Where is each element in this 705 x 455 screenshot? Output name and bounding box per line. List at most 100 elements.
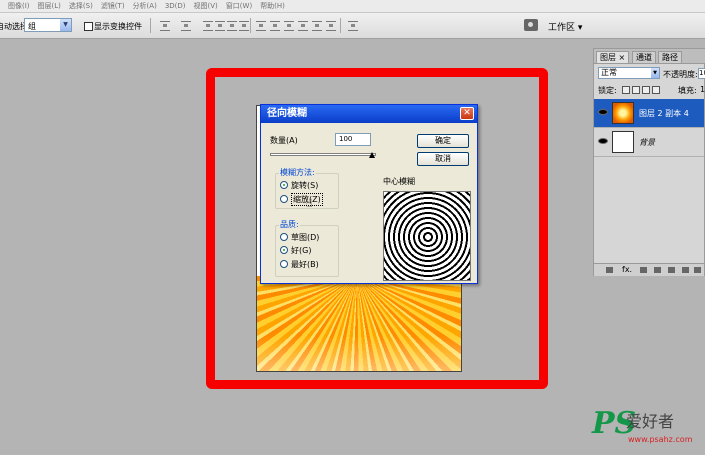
distribute-right-icon[interactable] — [326, 21, 336, 31]
tab-channels[interactable]: 通道 — [632, 51, 656, 63]
distribute-top-icon[interactable] — [256, 21, 266, 31]
chevron-down-icon: ▼ — [651, 68, 659, 78]
eye-icon[interactable] — [598, 138, 608, 144]
layers-panel: 图层 × 通道 路径 正常 ▼ 不透明度: 10 锁定: 填充: 1 图层 2 … — [593, 48, 705, 276]
menu-help[interactable]: 帮助(H) — [260, 1, 285, 11]
align-hcenter-icon[interactable] — [227, 21, 237, 31]
radial-blur-dialog: 径向模糊 ✕ 数量(A) 100 确定 取消 模糊方法: 旋转(S) 缩放(Z)… — [260, 104, 478, 284]
distribute-left-icon[interactable] — [298, 21, 308, 31]
quality-draft-option[interactable]: 草图(D) — [280, 232, 319, 242]
bridge-icon[interactable] — [524, 19, 538, 31]
align-vcenter-icon[interactable] — [181, 21, 191, 31]
separator — [340, 18, 341, 33]
auto-align-icon[interactable] — [348, 21, 358, 31]
distribute-bottom-icon[interactable] — [284, 21, 294, 31]
menu-select[interactable]: 选择(S) — [69, 1, 93, 11]
menu-window[interactable]: 窗口(W) — [226, 1, 252, 11]
align-bottom-icon[interactable] — [203, 21, 213, 31]
chevron-down-icon: ▼ — [60, 19, 71, 31]
trash-icon[interactable] — [694, 267, 701, 273]
method-spin-option[interactable]: 旋转(S) — [280, 180, 318, 190]
spin-radio[interactable] — [280, 181, 288, 189]
workspace-button[interactable]: 工作区 ▾ — [548, 20, 582, 33]
link-icon[interactable] — [606, 267, 613, 273]
auto-select-value: 组 — [28, 22, 36, 31]
menu-layer[interactable]: 图层(L) — [38, 1, 61, 11]
draft-label: 草图(D) — [291, 232, 320, 242]
lock-label: 锁定: — [598, 86, 617, 95]
amount-input[interactable]: 100 — [335, 133, 371, 146]
sunburst-fade — [257, 336, 461, 371]
menu-image[interactable]: 图像(I) — [8, 1, 30, 11]
distribute-vcenter-icon[interactable] — [270, 21, 280, 31]
dialog-titlebar[interactable]: 径向模糊 ✕ — [261, 105, 477, 123]
best-radio[interactable] — [280, 260, 288, 268]
watermark-text: 爱好者 — [626, 412, 675, 431]
show-transform-checkbox[interactable] — [84, 22, 93, 31]
watermark-url: www.psahz.com — [628, 435, 693, 444]
quality-label: 品质: — [279, 219, 300, 230]
distribute-hcenter-icon[interactable] — [312, 21, 322, 31]
ok-button[interactable]: 确定 — [417, 134, 469, 148]
fill-label: 填充: — [678, 86, 697, 95]
align-top-icon[interactable] — [160, 21, 170, 31]
new-layer-icon[interactable] — [682, 267, 689, 273]
lock-position-icon[interactable] — [642, 86, 650, 94]
panel-tabs: 图层 × 通道 路径 — [594, 49, 705, 64]
eye-icon[interactable] — [598, 109, 608, 115]
blur-center-preview[interactable] — [383, 191, 471, 281]
options-bar: 自动选择: 组 ▼ 显示变换控件 工作区 ▾ — [0, 13, 705, 39]
align-left-icon[interactable] — [215, 21, 225, 31]
blur-method-label: 模糊方法: — [279, 167, 316, 178]
quality-best-option[interactable]: 最好(B) — [280, 259, 319, 269]
opacity-input[interactable]: 10 — [698, 68, 705, 79]
fill-value[interactable]: 1 — [700, 85, 705, 94]
lock-image-icon[interactable] — [632, 86, 640, 94]
draft-radio[interactable] — [280, 233, 288, 241]
layer-row[interactable]: 背景 — [594, 128, 704, 157]
show-transform-label: 显示变换控件 — [94, 22, 142, 31]
menu-view[interactable]: 视图(V) — [194, 1, 218, 11]
close-icon[interactable]: ✕ — [460, 107, 474, 120]
mask-icon[interactable] — [640, 267, 647, 273]
blend-mode-value: 正常 — [601, 68, 617, 77]
good-radio[interactable] — [280, 246, 288, 254]
good-label: 好(G) — [291, 245, 312, 255]
watermark-logo: PS 爱好者 www.psahz.com — [592, 409, 704, 451]
folder-icon[interactable] — [668, 267, 675, 273]
lock-all-icon[interactable] — [652, 86, 660, 94]
amount-slider-thumb[interactable] — [368, 152, 375, 158]
adjustment-icon[interactable] — [654, 267, 661, 273]
dialog-title: 径向模糊 — [267, 108, 307, 119]
tab-paths[interactable]: 路径 — [658, 51, 682, 63]
auto-select-dropdown[interactable]: 组 ▼ — [24, 18, 72, 32]
fx-button[interactable]: fx. — [622, 265, 632, 274]
menu-filter[interactable]: 滤镜(T) — [101, 1, 125, 11]
blend-mode-dropdown[interactable]: 正常 ▼ — [598, 67, 660, 79]
panel-footer: fx. — [594, 263, 704, 276]
amount-label: 数量(A) — [270, 136, 298, 145]
tab-layers[interactable]: 图层 × — [596, 51, 630, 63]
method-zoom-option[interactable]: 缩放(Z) — [280, 192, 323, 206]
layer-name: 图层 2 副本 4 — [639, 109, 689, 118]
align-right-icon[interactable] — [239, 21, 249, 31]
zoom-radio[interactable] — [280, 195, 288, 203]
best-label: 最好(B) — [291, 259, 319, 269]
cancel-button[interactable]: 取消 — [417, 152, 469, 166]
spin-label: 旋转(S) — [291, 180, 319, 190]
quality-good-option[interactable]: 好(G) — [280, 245, 311, 255]
layer-name: 背景 — [639, 138, 655, 147]
menu-bar: 图像(I) 图层(L) 选择(S) 滤镜(T) 分析(A) 3D(D) 视图(V… — [0, 0, 705, 13]
lock-transparent-icon[interactable] — [622, 86, 630, 94]
menu-3d[interactable]: 3D(D) — [165, 2, 186, 10]
amount-slider-track[interactable] — [270, 153, 376, 156]
layer-thumbnail — [612, 102, 634, 124]
hand-cursor-icon: ☝ — [306, 197, 313, 210]
opacity-label: 不透明度: — [663, 70, 698, 79]
layer-thumbnail — [612, 131, 634, 153]
layer-row[interactable]: 图层 2 副本 4 — [594, 99, 704, 128]
blur-center-label: 中心模糊 — [383, 177, 415, 186]
menu-analysis[interactable]: 分析(A) — [133, 1, 157, 11]
separator — [150, 18, 151, 33]
separator — [250, 18, 251, 33]
